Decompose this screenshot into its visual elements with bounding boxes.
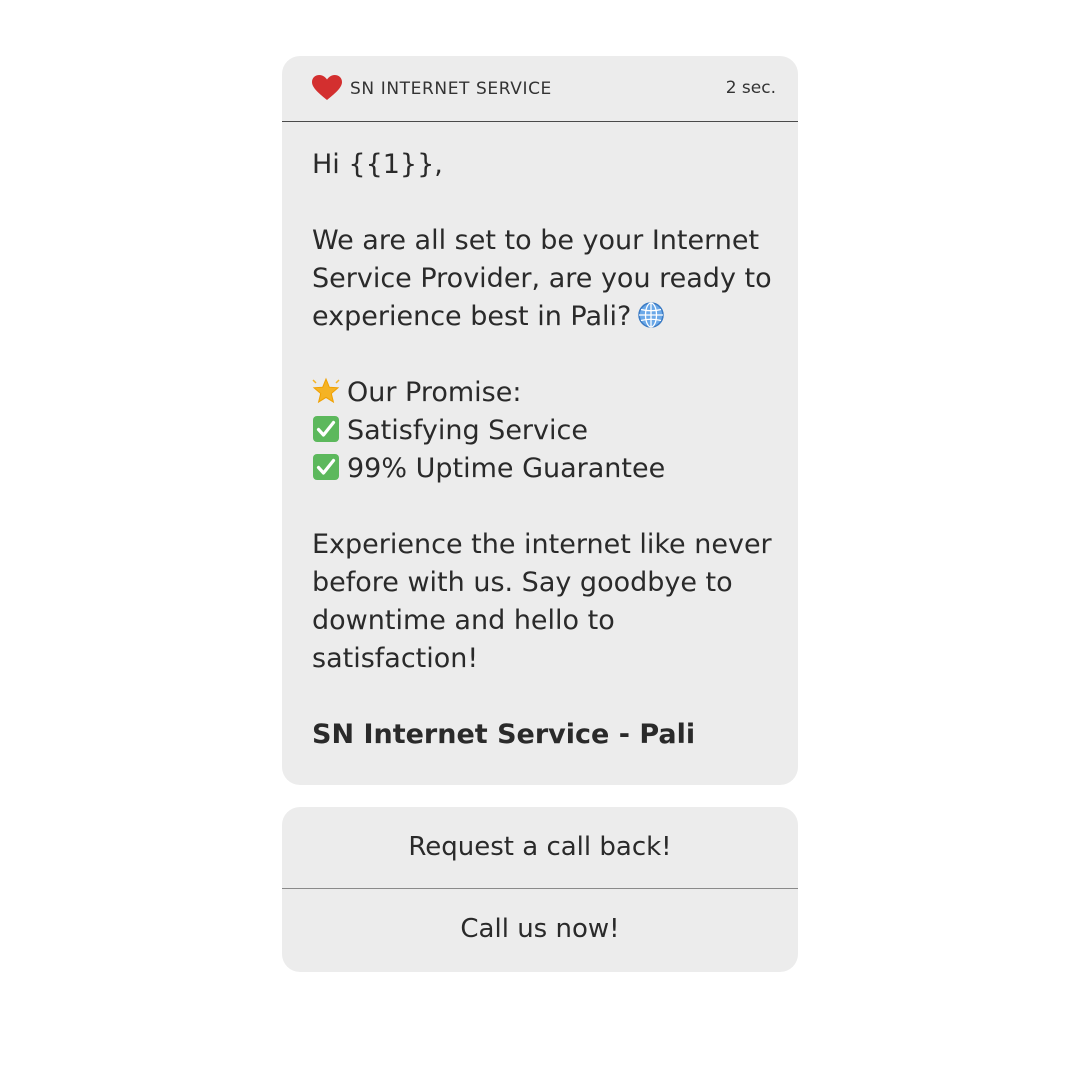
promise-title-line: Our Promise: [312, 374, 772, 412]
message-time: 2 sec. [725, 78, 776, 98]
sender-name: SN INTERNET SERVICE [350, 79, 552, 99]
call-us-now-button[interactable]: Call us now! [282, 888, 798, 972]
quick-reply-buttons: Request a call back! Call us now! [282, 807, 798, 972]
promise-item-text: Satisfying Service [347, 415, 588, 446]
check-mark-button-icon [313, 454, 339, 480]
outro-line: satisfaction! [312, 643, 479, 674]
promise-item: Satisfying Service [312, 412, 772, 450]
check-mark-button-icon [313, 416, 339, 442]
outro-line: downtime and hello to [312, 605, 615, 636]
signature: SN Internet Service - Pali [312, 719, 696, 750]
request-call-back-button[interactable]: Request a call back! [282, 807, 798, 888]
promise-item-text: 99% Uptime Guarantee [347, 453, 666, 484]
message-body: Hi {{1}}, We are all set to be your Inte… [312, 146, 772, 754]
greeting: Hi {{1}}, [312, 149, 443, 180]
message-card: SN INTERNET SERVICE 2 sec. Hi {{1}}, We … [282, 56, 798, 785]
intro-line-with-globe: experience best in Pali? [312, 298, 772, 336]
glowing-star-icon [312, 377, 340, 404]
message-header: SN INTERNET SERVICE 2 sec. [282, 56, 798, 122]
globe-icon [638, 302, 665, 328]
outro-line: Experience the internet like never [312, 529, 772, 560]
promise-title: Our Promise: [347, 377, 522, 408]
outro-line: before with us. Say goodbye to [312, 567, 733, 598]
intro-line: experience best in Pali? [312, 301, 632, 332]
intro-line: We are all set to be your Internet [312, 225, 760, 256]
intro-line: Service Provider, are you ready to [312, 263, 772, 294]
promise-item: 99% Uptime Guarantee [312, 450, 772, 488]
heart-icon [312, 75, 342, 100]
